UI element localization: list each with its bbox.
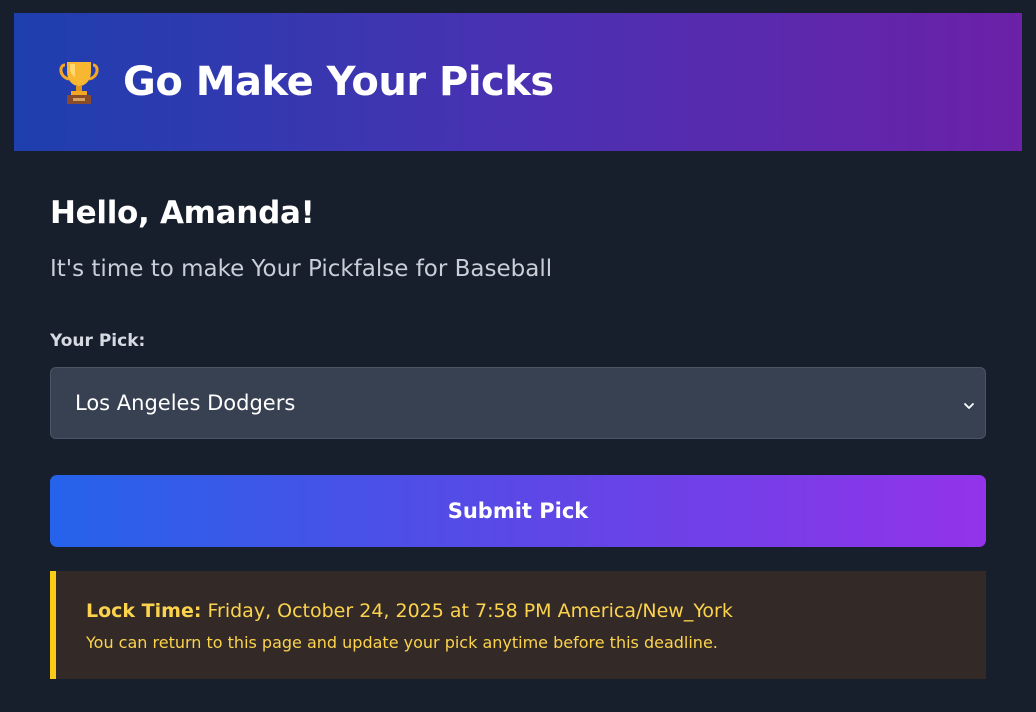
trophy-icon [59,59,99,105]
team-pick-select[interactable]: Los Angeles Dodgers [50,367,986,439]
submit-pick-button[interactable]: Submit Pick [50,475,986,547]
lock-time-value: Friday, October 24, 2025 at 7:58 PM Amer… [207,600,733,622]
lock-time-note: You can return to this page and update y… [86,633,718,652]
page-header: Go Make Your Picks [14,13,1022,151]
pick-field-label: Your Pick: [50,331,146,351]
page: Go Make Your Picks Hello, Amanda! It's t… [0,0,1036,712]
lock-time-label: Lock Time: [86,600,202,622]
lock-time-notice: Lock Time: Friday, October 24, 2025 at 7… [50,571,986,679]
subtitle-text: It's time to make Your Pickfalse for Bas… [50,256,553,282]
chevron-down-icon [963,397,975,409]
selected-team-value: Los Angeles Dodgers [75,391,296,415]
greeting-heading: Hello, Amanda! [50,195,315,231]
lock-time-line: Lock Time: Friday, October 24, 2025 at 7… [86,600,733,622]
page-title: Go Make Your Picks [123,59,554,105]
